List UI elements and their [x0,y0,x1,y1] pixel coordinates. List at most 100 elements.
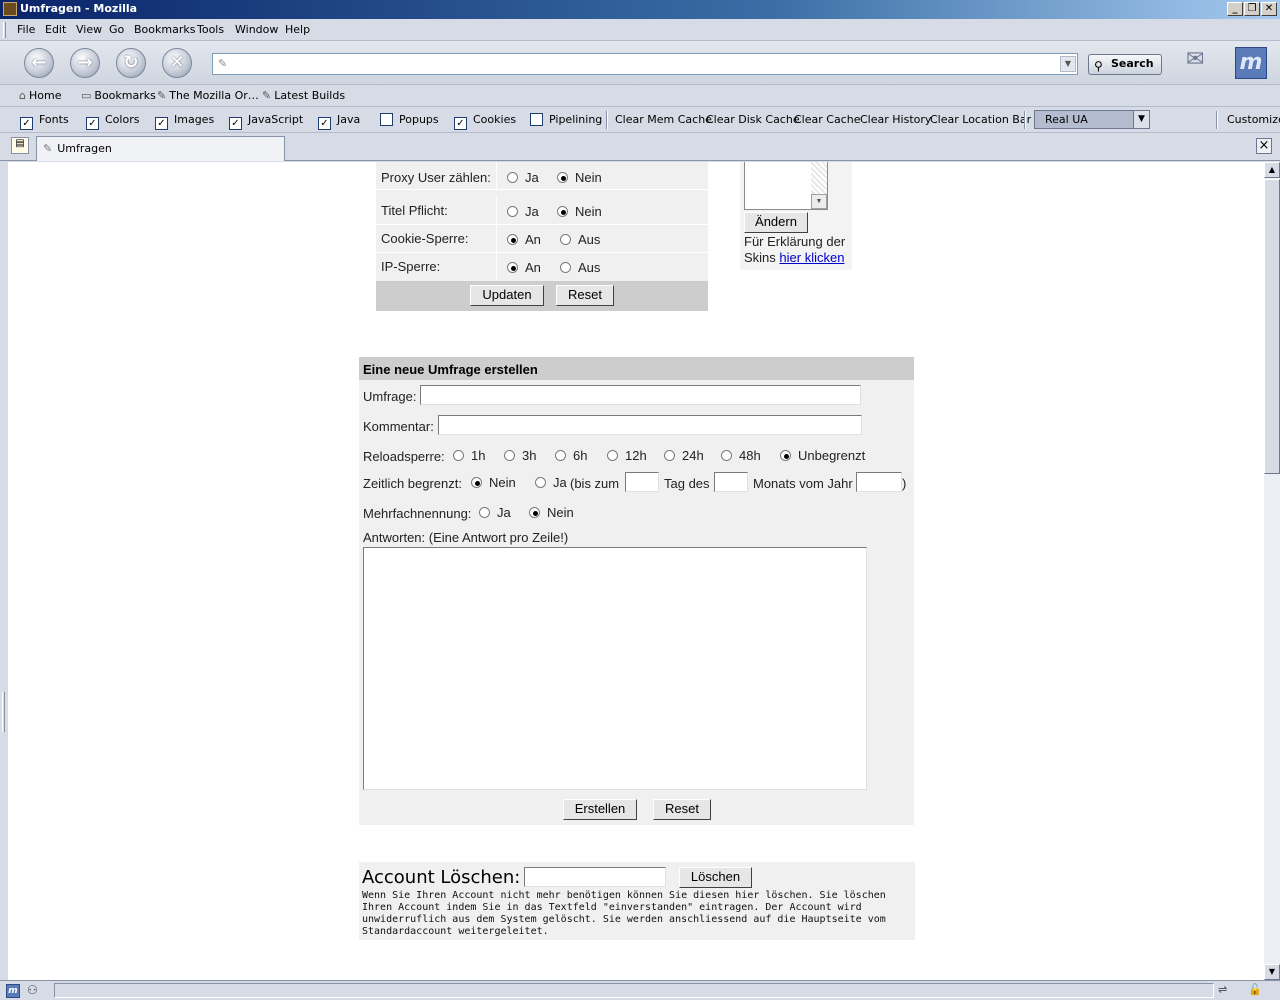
radio-ip-an[interactable]: An [507,260,541,275]
pref-java-checkbox[interactable]: ✓ Java [318,113,360,130]
menu-tools[interactable]: Tools [197,23,224,36]
radio-reload-12h[interactable]: 12h [607,448,647,463]
mehrfachnennung-label: Mehrfachnennung: [363,506,472,521]
skin-help-link[interactable]: hier klicken [779,250,844,265]
menu-go[interactable]: Go [109,23,124,36]
erstellen-button[interactable]: Erstellen [563,799,637,820]
chevron-down-icon[interactable]: ▼ [811,194,827,209]
close-tab-icon[interactable]: × [1256,138,1272,154]
clear-mem-cache-button[interactable]: Clear Mem Cache [615,113,712,126]
radio-proxy-ja[interactable]: Ja [507,170,539,185]
clear-cache-button[interactable]: Clear Cache [794,113,860,126]
radio-reload-unbegrenzt[interactable]: Unbegrenzt [780,448,865,463]
home-button[interactable]: ⌂ Home [19,89,61,102]
monat-input[interactable] [714,472,748,492]
radio-icon [504,450,515,461]
umfrage-input[interactable] [420,385,861,405]
bookmarks-button[interactable]: ▭ Bookmarks [81,89,156,102]
page-content: Proxy User zählen: Ja Nein Titel Pflicht… [8,162,1264,980]
account-delete-input[interactable] [524,867,666,887]
user-agent-select[interactable]: Real UA ▼ [1034,110,1150,129]
radio-reload-3h[interactable]: 3h [504,448,536,463]
radio-reload-6h[interactable]: 6h [555,448,587,463]
minimize-button[interactable]: _ [1227,2,1243,16]
mail-icon[interactable]: ✉ [1186,47,1204,72]
menu-edit[interactable]: Edit [45,23,66,36]
poll-reset-button[interactable]: Reset [653,799,711,820]
scroll-up-icon[interactable]: ▲ [1264,162,1280,178]
pref-popups-checkbox[interactable]: Popups [380,113,439,126]
pref-images-checkbox[interactable]: ✓ Images [155,113,214,130]
setting-label: IP-Sperre: [381,259,441,274]
page-icon: ✎ [43,142,53,155]
antworten-textarea[interactable] [363,547,867,790]
pref-pipelining-checkbox[interactable]: Pipelining [530,113,602,126]
monats-vom-jahr-label: Monats vom Jahr [753,476,853,491]
clear-location-bar-button[interactable]: Clear Location Bar [930,113,1031,126]
menu-file[interactable]: File [17,23,35,36]
skin-list[interactable]: ▼ [744,162,828,210]
sidebar-grippy[interactable] [0,162,8,980]
mozilla-status-icon[interactable]: m [6,984,20,998]
checkbox-checked-icon: ✓ [454,117,467,130]
kommentar-input[interactable] [438,415,862,435]
bis-zum-tag-input[interactable] [625,472,659,492]
settings-reset-button[interactable]: Reset [556,285,614,306]
clear-disk-cache-button[interactable]: Clear Disk Cache [706,113,800,126]
skin-list-scrollbar[interactable]: ▼ [811,162,827,209]
pref-cookies-checkbox[interactable]: ✓ Cookies [454,113,516,130]
menu-help[interactable]: Help [285,23,310,36]
kommentar-label: Kommentar: [363,419,434,434]
tab-umfragen[interactable]: ✎ Umfragen [36,136,285,161]
mozilla-throbber-icon[interactable]: m [1235,47,1267,79]
forward-button[interactable]: → [70,48,100,78]
radio-reload-24h[interactable]: 24h [664,448,704,463]
back-button[interactable]: ← [24,48,54,78]
vertical-scrollbar[interactable]: ▲ ▼ [1264,162,1280,980]
radio-ip-aus[interactable]: Aus [560,260,600,275]
radio-reload-48h[interactable]: 48h [721,448,761,463]
tab-bar: ▤ ✎ Umfragen × [0,133,1280,161]
radio-titel-ja[interactable]: Ja [507,204,539,219]
pref-fonts-checkbox[interactable]: ✓ Fonts [20,113,69,130]
radio-titel-nein[interactable]: Nein [557,204,602,219]
skin-explanation: Für Erklärung der Skins hier klicken [744,234,846,265]
customize-button[interactable]: Customize [1227,113,1280,126]
offline-status-icon[interactable]: ⚇ [27,983,38,997]
pref-colors-checkbox[interactable]: ✓ Colors [86,113,139,130]
menu-view[interactable]: View [76,23,102,36]
url-bar[interactable]: ✎ ▼ [212,53,1078,75]
aendern-button[interactable]: Ändern [744,212,808,233]
maximize-button[interactable]: ❐ [1244,2,1260,16]
grippy-icon[interactable] [2,692,5,732]
url-input[interactable] [235,56,1055,72]
loeschen-button[interactable]: Löschen [679,867,752,888]
clear-history-button[interactable]: Clear History [860,113,931,126]
radio-zeit-nein[interactable]: Nein [471,475,516,490]
menu-grip-icon[interactable] [3,22,6,38]
radio-cookie-aus[interactable]: Aus [560,232,600,247]
reload-button[interactable]: ↻ [116,48,146,78]
security-lock-icon[interactable]: 🔓 [1248,983,1262,996]
radio-zeit-ja[interactable]: Ja [535,475,567,490]
radio-proxy-nein[interactable]: Nein [557,170,602,185]
jahr-input[interactable] [856,472,902,492]
tag-des-label: Tag des [664,476,710,491]
menu-bookmarks[interactable]: Bookmarks [134,23,195,36]
scrollbar-thumb[interactable] [1264,179,1280,474]
radio-mehrfach-nein[interactable]: Nein [529,505,574,520]
scroll-down-icon[interactable]: ▼ [1264,964,1280,980]
updaten-button[interactable]: Updaten [470,285,544,306]
radio-mehrfach-ja[interactable]: Ja [479,505,511,520]
search-button[interactable]: ⚲ Search [1088,54,1162,75]
bookmark-latest-builds[interactable]: ✎ Latest Builds [262,89,345,102]
bookmark-mozilla-org[interactable]: ✎ The Mozilla Or… [157,89,259,102]
url-dropdown-icon[interactable]: ▼ [1060,56,1076,72]
radio-cookie-an[interactable]: An [507,232,541,247]
new-tab-icon[interactable]: ▤ [11,137,29,154]
pref-javascript-checkbox[interactable]: ✓ JavaScript [229,113,303,130]
menu-window[interactable]: Window [235,23,278,36]
stop-button[interactable]: ✕ [162,48,192,78]
close-window-button[interactable]: ✕ [1261,2,1277,16]
radio-reload-1h[interactable]: 1h [453,448,485,463]
